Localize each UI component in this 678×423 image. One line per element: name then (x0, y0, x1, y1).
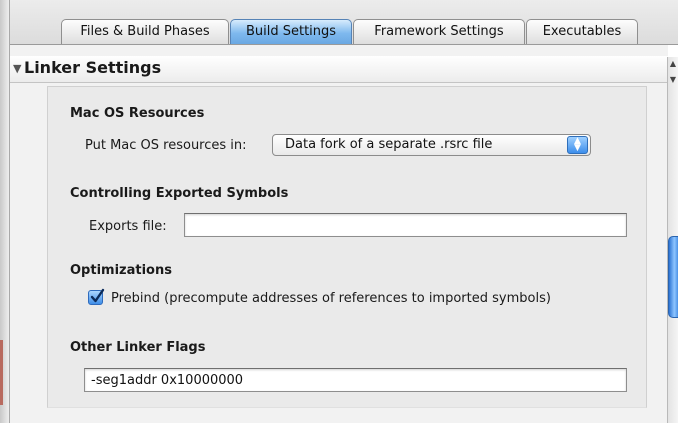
scroll-down-arrow-icon[interactable]: ▼ (668, 73, 678, 87)
prebind-label[interactable]: Prebind (precompute addresses of referen… (111, 291, 551, 306)
prebind-checkbox[interactable] (88, 288, 105, 305)
linker-settings-header[interactable]: ▼ Linker Settings (10, 56, 668, 83)
popup-arrows-icon: ▲ ▼ (567, 136, 588, 154)
tab-bar: Files & Build Phases Build Settings Fram… (10, 0, 678, 45)
tab-framework-settings[interactable]: Framework Settings (353, 19, 525, 44)
tab-executables[interactable]: Executables (526, 19, 638, 44)
mac-os-resources-title: Mac OS Resources (70, 106, 205, 121)
other-linker-flags-title: Other Linker Flags (70, 340, 206, 355)
popup-selected-value: Data fork of a separate .rsrc file (285, 137, 493, 152)
exports-file-label: Exports file: (89, 219, 167, 234)
exports-file-field[interactable] (184, 213, 627, 237)
exported-symbols-title: Controlling Exported Symbols (70, 186, 289, 201)
other-linker-flags-field[interactable]: -seg1addr 0x10000000 (84, 368, 627, 392)
disclosure-triangle-icon[interactable]: ▼ (13, 62, 21, 75)
left-edge-accent (0, 340, 3, 405)
scroll-up-arrow-icon[interactable]: ▲ (668, 57, 678, 71)
optimizations-title: Optimizations (70, 263, 172, 278)
window-left-edge (0, 0, 10, 423)
resources-location-popup[interactable]: Data fork of a separate .rsrc file ▲ ▼ (272, 134, 591, 156)
put-resources-label: Put Mac OS resources in: (85, 138, 247, 153)
tab-build-settings[interactable]: Build Settings (230, 19, 352, 44)
section-title: Linker Settings (24, 58, 162, 77)
scrollbar-thumb[interactable] (668, 236, 678, 318)
tab-files-build-phases[interactable]: Files & Build Phases (61, 19, 229, 44)
checkmark-icon (90, 288, 105, 303)
